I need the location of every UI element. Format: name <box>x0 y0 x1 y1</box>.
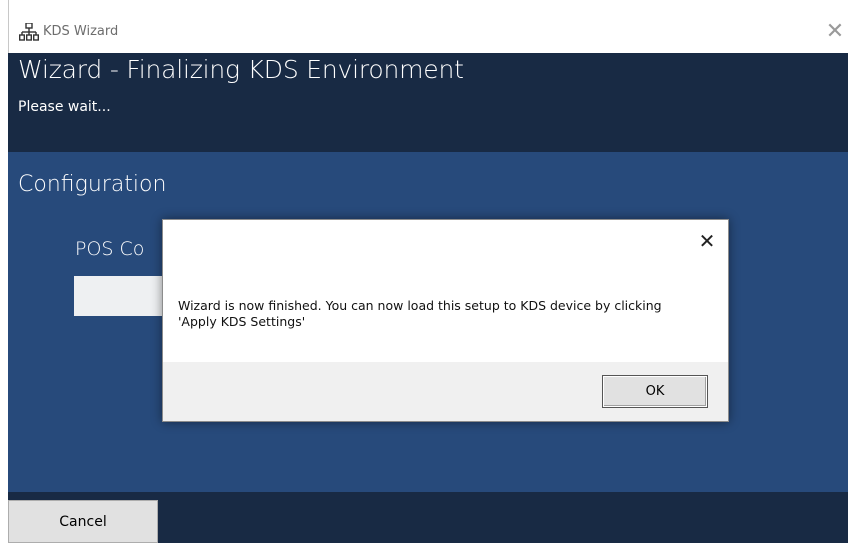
network-icon <box>18 22 39 41</box>
wizard-footer: Cancel <box>8 492 848 543</box>
pos-config-label: POS Co <box>75 238 145 260</box>
dialog-message: Wizard is now finished. You can now load… <box>178 298 662 329</box>
dialog-close-icon[interactable]: ✕ <box>696 230 718 252</box>
window-close-icon[interactable]: ✕ <box>823 20 847 44</box>
window-title: KDS Wizard <box>43 24 119 39</box>
ok-button[interactable]: OK <box>602 375 708 408</box>
wizard-header: Wizard - Finalizing KDS Environment Plea… <box>8 53 848 152</box>
window-titlebar: KDS Wizard ✕ <box>8 0 848 53</box>
dialog-button-area: OK <box>163 362 728 421</box>
finish-dialog: ✕ Wizard is now finished. You can now lo… <box>162 219 729 422</box>
wizard-title: Wizard - Finalizing KDS Environment <box>18 55 464 84</box>
cancel-button[interactable]: Cancel <box>8 500 158 543</box>
wizard-subtitle: Please wait... <box>18 99 111 115</box>
section-title: Configuration <box>18 172 167 197</box>
